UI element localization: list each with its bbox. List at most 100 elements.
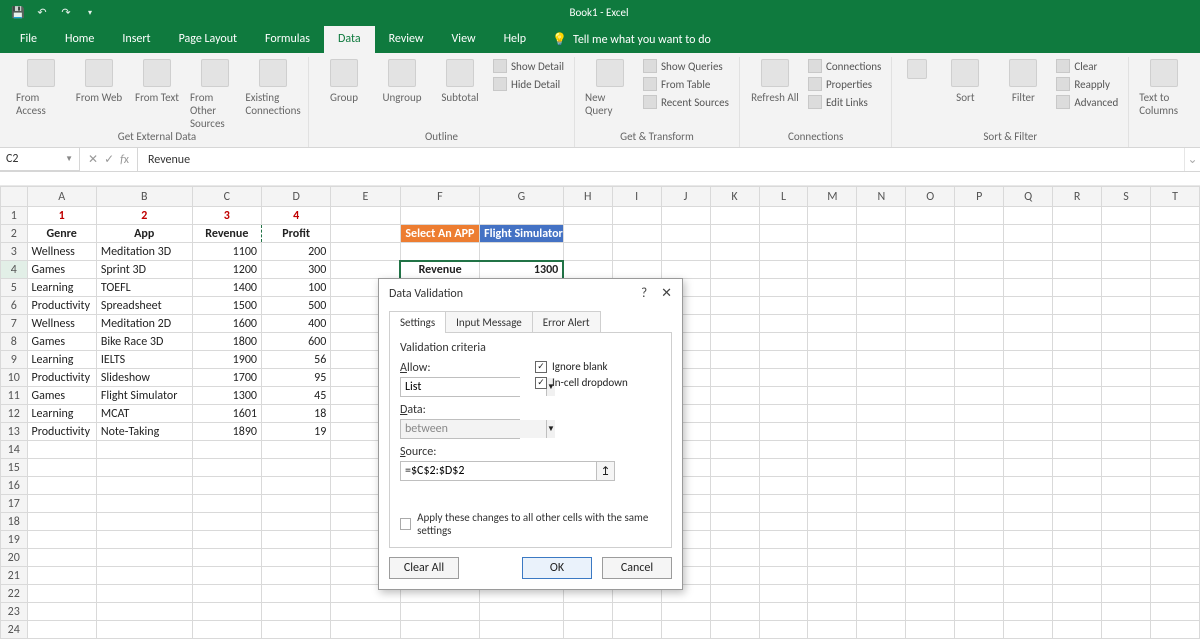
cell[interactable] bbox=[857, 261, 906, 279]
cell[interactable] bbox=[759, 333, 808, 351]
cell[interactable] bbox=[331, 207, 400, 225]
cell[interactable] bbox=[808, 297, 857, 315]
cell[interactable]: Profit bbox=[261, 225, 330, 243]
cell[interactable]: Learning bbox=[27, 351, 96, 369]
cell[interactable] bbox=[27, 441, 96, 459]
cell[interactable] bbox=[1151, 549, 1200, 567]
cell[interactable] bbox=[1053, 279, 1102, 297]
source-input[interactable] bbox=[400, 461, 597, 481]
cell[interactable] bbox=[906, 243, 955, 261]
cell[interactable] bbox=[857, 297, 906, 315]
cell[interactable] bbox=[906, 207, 955, 225]
col-header[interactable]: E bbox=[331, 187, 400, 207]
cell[interactable] bbox=[1053, 441, 1102, 459]
cell[interactable] bbox=[563, 603, 612, 621]
cell[interactable]: App bbox=[96, 225, 192, 243]
cell[interactable] bbox=[759, 225, 808, 243]
cell[interactable] bbox=[759, 459, 808, 477]
cell[interactable]: 400 bbox=[261, 315, 330, 333]
cell[interactable] bbox=[1053, 243, 1102, 261]
col-header[interactable]: G bbox=[480, 187, 564, 207]
cell[interactable] bbox=[1053, 477, 1102, 495]
cell[interactable] bbox=[480, 207, 564, 225]
cell[interactable] bbox=[612, 603, 661, 621]
cell[interactable] bbox=[400, 603, 480, 621]
formula-expand-icon[interactable]: ⌄ bbox=[1184, 148, 1200, 171]
cell[interactable] bbox=[710, 297, 759, 315]
row-header[interactable]: 14 bbox=[1, 441, 28, 459]
qat-dropdown-icon[interactable]: ▾ bbox=[80, 4, 100, 22]
cell[interactable] bbox=[710, 603, 759, 621]
allow-combo[interactable]: ▼ bbox=[400, 377, 520, 397]
cell[interactable] bbox=[192, 531, 261, 549]
row-header[interactable]: 3 bbox=[1, 243, 28, 261]
cell[interactable] bbox=[955, 405, 1004, 423]
cell[interactable] bbox=[759, 549, 808, 567]
cell[interactable] bbox=[96, 531, 192, 549]
cell[interactable] bbox=[955, 531, 1004, 549]
cell[interactable]: 1800 bbox=[192, 333, 261, 351]
cell[interactable] bbox=[857, 495, 906, 513]
cell[interactable] bbox=[563, 225, 612, 243]
btn-hide-detail[interactable]: Hide Detail bbox=[493, 77, 564, 91]
fx-icon[interactable]: fx bbox=[120, 153, 129, 167]
cell[interactable] bbox=[1102, 603, 1151, 621]
cell[interactable] bbox=[857, 459, 906, 477]
cell[interactable] bbox=[955, 243, 1004, 261]
cell[interactable] bbox=[808, 621, 857, 639]
cell[interactable] bbox=[710, 333, 759, 351]
col-header[interactable]: N bbox=[857, 187, 906, 207]
cell[interactable] bbox=[1102, 279, 1151, 297]
cell[interactable] bbox=[906, 333, 955, 351]
cell[interactable] bbox=[1102, 459, 1151, 477]
row-header[interactable]: 12 bbox=[1, 405, 28, 423]
cell[interactable] bbox=[1102, 549, 1151, 567]
cell[interactable] bbox=[1053, 423, 1102, 441]
cell[interactable] bbox=[1102, 297, 1151, 315]
cell[interactable] bbox=[96, 549, 192, 567]
btn-refresh-all[interactable]: Refresh All bbox=[750, 59, 800, 104]
cell[interactable] bbox=[906, 297, 955, 315]
cell[interactable] bbox=[1151, 207, 1200, 225]
btn-sort-az[interactable] bbox=[902, 59, 932, 79]
cell[interactable] bbox=[808, 225, 857, 243]
cell[interactable] bbox=[906, 513, 955, 531]
cell[interactable] bbox=[759, 567, 808, 585]
cell[interactable] bbox=[906, 441, 955, 459]
cell[interactable] bbox=[759, 495, 808, 513]
cell[interactable] bbox=[1102, 495, 1151, 513]
cell[interactable] bbox=[1151, 261, 1200, 279]
cell[interactable] bbox=[906, 459, 955, 477]
cell[interactable]: Productivity bbox=[27, 297, 96, 315]
cell[interactable] bbox=[400, 207, 480, 225]
cell[interactable]: Meditation 3D bbox=[96, 243, 192, 261]
cell[interactable]: Games bbox=[27, 261, 96, 279]
cell[interactable] bbox=[192, 549, 261, 567]
cell[interactable] bbox=[1053, 207, 1102, 225]
btn-subtotal[interactable]: Subtotal bbox=[435, 59, 485, 104]
cell[interactable] bbox=[1151, 279, 1200, 297]
cell[interactable] bbox=[759, 603, 808, 621]
cell[interactable]: Spreadsheet bbox=[96, 297, 192, 315]
redo-icon[interactable]: ↷ bbox=[56, 4, 76, 22]
cell[interactable] bbox=[759, 405, 808, 423]
cell[interactable] bbox=[331, 225, 400, 243]
cell[interactable] bbox=[480, 243, 564, 261]
cell[interactable] bbox=[261, 549, 330, 567]
cell[interactable]: 200 bbox=[261, 243, 330, 261]
cell[interactable] bbox=[1004, 207, 1053, 225]
cell[interactable] bbox=[906, 531, 955, 549]
cell[interactable] bbox=[1004, 369, 1053, 387]
cell[interactable] bbox=[808, 315, 857, 333]
cell[interactable] bbox=[261, 495, 330, 513]
cell[interactable] bbox=[1151, 513, 1200, 531]
cell[interactable] bbox=[906, 387, 955, 405]
cell[interactable]: IELTS bbox=[96, 351, 192, 369]
cell[interactable] bbox=[1151, 405, 1200, 423]
cell[interactable] bbox=[1053, 405, 1102, 423]
cell[interactable] bbox=[759, 531, 808, 549]
cell[interactable] bbox=[906, 369, 955, 387]
btn-reapply[interactable]: Reapply bbox=[1056, 77, 1118, 91]
cell[interactable] bbox=[612, 261, 661, 279]
cell[interactable] bbox=[1004, 405, 1053, 423]
